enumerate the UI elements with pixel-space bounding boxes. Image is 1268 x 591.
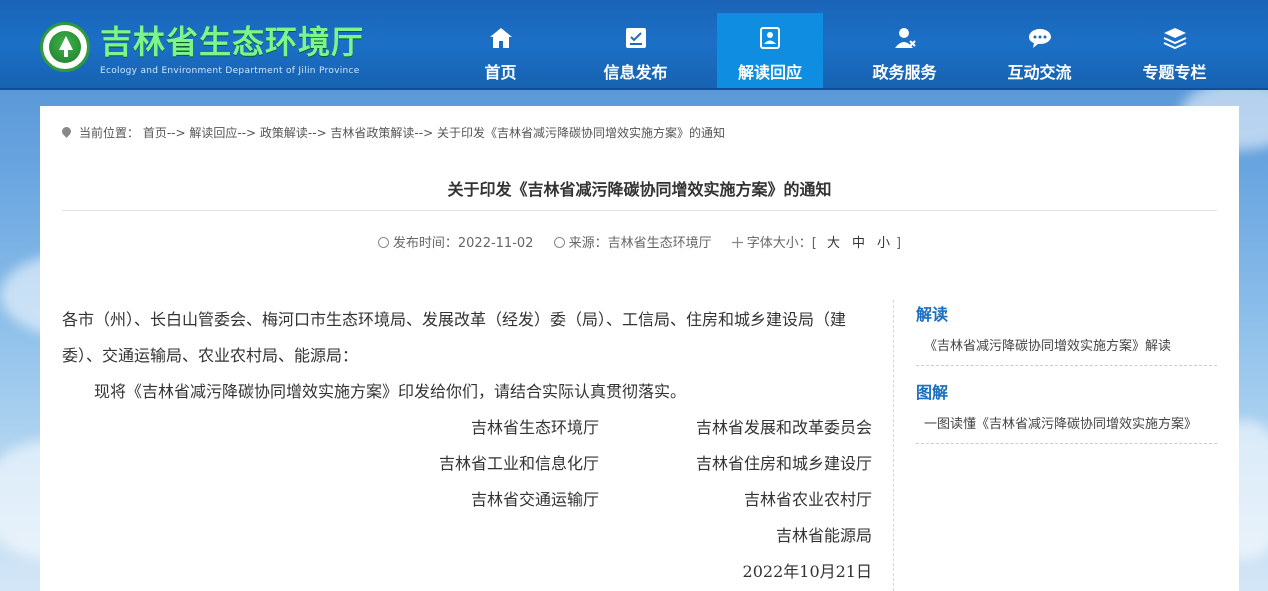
sidebar-link-interpretation[interactable]: 《吉林省减污降碳协同增效实施方案》解读 xyxy=(916,328,1217,366)
interpretation-icon xyxy=(760,27,780,49)
news-icon xyxy=(625,28,646,48)
signatory: 吉林省住房和城乡建设厅 xyxy=(695,454,872,473)
signature-date-row: 2022年10月21日 xyxy=(62,554,872,590)
site-subtitle: Ecology and Environment Department of Ji… xyxy=(100,66,360,76)
signature-row: 吉林省交通运输厅 吉林省农业农村厅 xyxy=(62,482,872,518)
publish-label: 发布时间： xyxy=(392,236,458,251)
font-medium-button[interactable]: 中 xyxy=(852,236,865,251)
tree-trunk xyxy=(64,50,68,57)
nav-label: 政务服务 xyxy=(872,63,937,82)
signatory: 吉林省农业农村厅 xyxy=(743,490,872,509)
font-size-close: ] xyxy=(896,236,902,251)
signatory: 吉林省交通运输厅 xyxy=(470,490,599,509)
article-meta: 发布时间：2022-11-02 来源：吉林省生态环境厅 字体大小：[ 大中小] xyxy=(40,232,1239,251)
signatory: 吉林省生态环境厅 xyxy=(470,418,599,437)
content-panel: 当前位置： 首页--> 解读回应--> 政策解读--> 吉林省政策解读--> 关… xyxy=(40,106,1239,591)
nav-label: 信息发布 xyxy=(603,63,668,82)
source-label: 来源： xyxy=(568,236,608,251)
tree-icon xyxy=(59,36,73,50)
site-title[interactable]: 吉林省生态环境厅 xyxy=(100,22,364,62)
nav-label: 专题专栏 xyxy=(1142,63,1207,82)
font-size-label: 字体大小：[ xyxy=(746,236,817,251)
breadcrumb-path[interactable]: 首页--> 解读回应--> 政策解读--> 吉林省政策解读--> 关于印发《吉林… xyxy=(143,126,725,140)
font-large-button[interactable]: 大 xyxy=(827,236,840,251)
nav-item-home[interactable]: 首页 xyxy=(433,13,568,88)
font-small-button[interactable]: 小 xyxy=(877,236,890,251)
publish-date: 2022-11-02 xyxy=(457,236,534,251)
breadcrumb-prefix: 当前位置： xyxy=(79,126,140,140)
nav-label: 解读回应 xyxy=(737,63,802,82)
nav-item-service[interactable]: 政务服务 xyxy=(837,13,972,88)
nav-item-news[interactable]: 信息发布 xyxy=(568,13,703,88)
font-size-control: 字体大小：[ 大中小] xyxy=(731,236,902,251)
chat-icon xyxy=(1028,29,1051,48)
page-title: 关于印发《吉林省减污降碳协同增效实施方案》的通知 xyxy=(447,180,832,199)
nav-item-interpretation[interactable]: 解读回应 xyxy=(717,13,823,88)
article-body: 各市（州）、长白山管委会、梅河口市生态环境局、发展改革（经发）委（局）、工信局、… xyxy=(62,302,872,590)
layers-icon xyxy=(1163,28,1186,49)
sidebar-heading-infographic: 图解 xyxy=(916,383,949,402)
signature-row: 吉林省生态环境厅 吉林省发展和改革委员会 xyxy=(62,410,872,446)
nav-item-topics[interactable]: 专题专栏 xyxy=(1107,13,1242,88)
signature-date: 2022年10月21日 xyxy=(742,562,872,581)
sidebar-heading-interpretation: 解读 xyxy=(916,305,949,324)
signatory: 吉林省发展和改革委员会 xyxy=(695,418,872,437)
main-nav: 首页 信息发布 解读回应 政务服务 互动交流 专题专栏 xyxy=(433,13,1242,88)
source-info: 来源：吉林省生态环境厅 xyxy=(553,236,712,251)
move-icon xyxy=(731,237,743,248)
site-header: 吉林省生态环境厅 Ecology and Environment Departm… xyxy=(0,0,1268,90)
nav-item-interaction[interactable]: 互动交流 xyxy=(972,13,1107,88)
recipients: 各市（州）、长白山管委会、梅河口市生态环境局、发展改革（经发）委（局）、工信局、… xyxy=(62,310,847,365)
body-paragraph: 现将《吉林省减污降碳协同增效实施方案》印发给你们，请结合实际认真贯彻落实。 xyxy=(94,382,687,401)
user-icon xyxy=(553,237,565,248)
service-icon xyxy=(894,28,916,48)
signature-row: 吉林省能源局 xyxy=(62,518,872,554)
location-pin-icon xyxy=(60,125,73,138)
publish-info: 发布时间：2022-11-02 xyxy=(377,236,534,251)
title-divider xyxy=(62,210,1217,211)
signatory: 吉林省工业和信息化厅 xyxy=(438,454,599,473)
clock-icon xyxy=(377,237,389,248)
column-divider xyxy=(893,300,894,591)
signatory: 吉林省能源局 xyxy=(775,526,872,545)
source-value: 吉林省生态环境厅 xyxy=(607,236,712,251)
sidebar-link-infographic[interactable]: 一图读懂《吉林省减污降碳协同增效实施方案》 xyxy=(916,406,1217,444)
nav-label: 首页 xyxy=(484,63,517,82)
breadcrumb: 当前位置： 首页--> 解读回应--> 政策解读--> 吉林省政策解读--> 关… xyxy=(60,124,725,141)
signature-row: 吉林省工业和信息化厅 吉林省住房和城乡建设厅 xyxy=(62,446,872,482)
home-icon xyxy=(489,28,512,48)
site-logo[interactable] xyxy=(40,22,90,72)
related-sidebar: 解读 《吉林省减污降碳协同增效实施方案》解读 图解 一图读懂《吉林省减污降碳协同… xyxy=(916,302,1217,444)
nav-label: 互动交流 xyxy=(1007,63,1072,82)
